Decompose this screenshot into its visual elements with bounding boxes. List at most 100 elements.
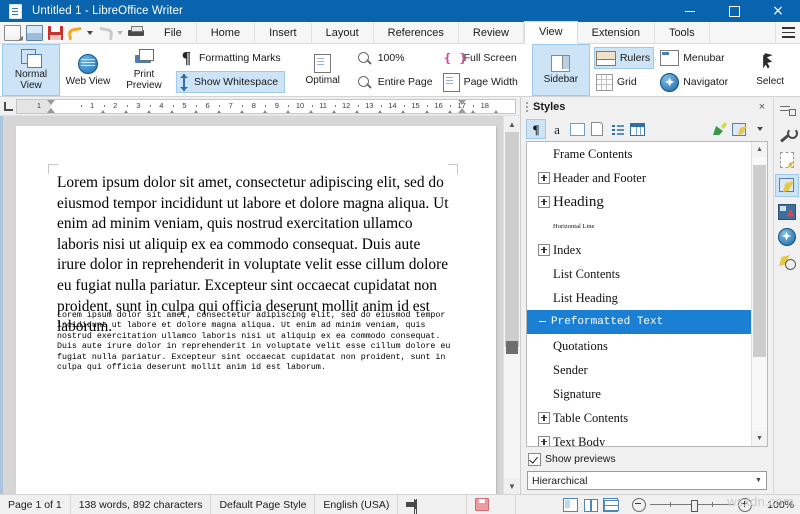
normal-view-button[interactable]: Normal View bbox=[2, 44, 60, 96]
styles-scroll-thumb[interactable] bbox=[753, 165, 766, 357]
new-document-icon[interactable] bbox=[4, 25, 21, 41]
scroll-down-icon[interactable]: ▼ bbox=[504, 478, 520, 494]
page-width-button[interactable]: Page Width bbox=[441, 71, 522, 93]
styles-list-item[interactable]: Sender bbox=[527, 358, 751, 382]
tab-extension[interactable]: Extension bbox=[578, 23, 655, 43]
show-previews-checkbox[interactable] bbox=[528, 453, 541, 466]
document-page[interactable]: Lorem ipsum dolor sit amet, consectetur … bbox=[16, 126, 496, 494]
zoom-100-button[interactable]: 100% bbox=[355, 47, 437, 69]
styles-scroll-down-icon[interactable]: ▼ bbox=[752, 431, 767, 446]
styles-scroll-track[interactable] bbox=[752, 157, 767, 431]
print-preview-button[interactable]: Print Preview bbox=[116, 44, 172, 96]
chevron-down-icon[interactable]: ▼ bbox=[751, 473, 766, 488]
undo-dropdown-icon[interactable] bbox=[87, 31, 93, 35]
gallery-deck-button[interactable] bbox=[776, 201, 798, 222]
menu-hamburger-icon[interactable] bbox=[775, 22, 800, 43]
styles-list-item[interactable]: Quotations bbox=[527, 334, 751, 358]
fill-format-button[interactable] bbox=[711, 120, 729, 138]
styles-deck-button[interactable] bbox=[775, 174, 799, 197]
indent-marker-right[interactable] bbox=[458, 100, 467, 113]
show-whitespace-button[interactable]: Show Whitespace bbox=[176, 71, 285, 93]
redo-dropdown-icon[interactable] bbox=[117, 31, 123, 35]
undo-icon[interactable] bbox=[68, 27, 82, 39]
expand-icon[interactable] bbox=[538, 196, 550, 208]
optimal-view-button[interactable]: Optimal bbox=[295, 44, 351, 96]
zoom-out-icon[interactable] bbox=[632, 498, 646, 512]
scroll-up-icon[interactable]: ▲ bbox=[504, 116, 520, 132]
web-view-button[interactable]: Web View bbox=[60, 44, 116, 96]
scroll-track[interactable] bbox=[504, 132, 520, 478]
entire-page-button[interactable]: Entire Page bbox=[355, 71, 437, 93]
expand-icon[interactable] bbox=[538, 412, 550, 424]
page-styles-button[interactable] bbox=[588, 120, 606, 138]
frame-styles-button[interactable] bbox=[568, 120, 586, 138]
sidebar-settings-button[interactable] bbox=[776, 99, 798, 120]
styles-list-item[interactable]: Horizontal Line bbox=[527, 214, 751, 238]
styles-list-item[interactable]: Preformatted Text bbox=[527, 310, 751, 334]
tab-tools[interactable]: Tools bbox=[655, 23, 710, 43]
vertical-scrollbar[interactable]: ▲ ▼ bbox=[503, 116, 520, 494]
styles-list-item[interactable]: Frame Contents bbox=[527, 142, 751, 166]
tab-home[interactable]: Home bbox=[197, 23, 255, 43]
expand-icon[interactable] bbox=[538, 436, 550, 446]
styles-scroll-up-icon[interactable]: ▲ bbox=[752, 142, 767, 157]
sidebar-grip-icon[interactable] bbox=[523, 100, 531, 114]
sidebar-close-button[interactable]: × bbox=[754, 99, 770, 115]
show-previews-row[interactable]: Show previews bbox=[521, 447, 773, 469]
paragraph-styles-button[interactable]: ¶ bbox=[526, 119, 546, 139]
formatting-marks-button[interactable]: ¶ Formatting Marks bbox=[176, 47, 285, 69]
open-document-icon[interactable] bbox=[26, 25, 43, 41]
rulers-button[interactable]: Rulers bbox=[594, 47, 654, 69]
character-styles-button[interactable]: a bbox=[548, 120, 566, 138]
tab-insert[interactable]: Insert bbox=[255, 23, 312, 43]
indent-marker-left[interactable] bbox=[47, 100, 56, 113]
styles-list-item[interactable]: Signature bbox=[527, 382, 751, 406]
status-signature[interactable] bbox=[516, 495, 555, 514]
status-page[interactable]: Page 1 of 1 bbox=[0, 495, 71, 514]
table-styles-button[interactable] bbox=[628, 120, 646, 138]
book-view-icon[interactable] bbox=[603, 498, 618, 512]
document-paragraph-2[interactable]: Lorem ipsum dolor sit amet, consectetur … bbox=[57, 311, 457, 373]
document-canvas[interactable]: Lorem ipsum dolor sit amet, consectetur … bbox=[0, 116, 503, 494]
tab-file[interactable]: File bbox=[150, 23, 197, 43]
styles-filter-combobox[interactable]: Hierarchical ▼ bbox=[527, 471, 767, 490]
horizontal-ruler[interactable]: 1123456789101112131415161718 bbox=[16, 99, 516, 114]
styles-list-item[interactable]: Header and Footer bbox=[527, 166, 751, 190]
full-screen-button[interactable]: ❴ ❵ Full Screen bbox=[441, 47, 522, 69]
status-selection-mode[interactable] bbox=[398, 495, 467, 514]
style-inspector-button[interactable] bbox=[776, 251, 798, 272]
minimize-button[interactable] bbox=[668, 0, 712, 22]
scroll-thumb[interactable] bbox=[505, 132, 519, 347]
multi-page-view-icon[interactable] bbox=[584, 499, 597, 511]
sidebar-toggle-button[interactable]: Sidebar bbox=[532, 44, 590, 96]
status-zoom-value[interactable]: 100% bbox=[758, 499, 800, 511]
new-style-button[interactable] bbox=[731, 120, 749, 138]
status-page-style[interactable]: Default Page Style bbox=[211, 495, 315, 514]
styles-list-item[interactable]: Text Body bbox=[527, 430, 751, 446]
collapse-icon[interactable] bbox=[538, 317, 548, 327]
properties-deck-button[interactable] bbox=[776, 124, 798, 145]
new-style-dropdown[interactable] bbox=[751, 120, 769, 138]
expand-icon[interactable] bbox=[538, 172, 550, 184]
page-deck-button[interactable] bbox=[776, 149, 798, 170]
styles-list[interactable]: Frame ContentsHeader and FooterHeadingHo… bbox=[527, 142, 751, 446]
zoom-in-icon[interactable] bbox=[738, 498, 752, 512]
select-button[interactable]: Select bbox=[742, 44, 798, 96]
close-button[interactable]: × bbox=[756, 0, 800, 22]
menubar-button[interactable]: Menubar bbox=[658, 47, 732, 69]
styles-list-item[interactable]: List Contents bbox=[527, 262, 751, 286]
list-styles-button[interactable] bbox=[608, 120, 626, 138]
status-save-state[interactable] bbox=[467, 495, 516, 514]
status-language[interactable]: English (USA) bbox=[315, 495, 398, 514]
tab-references[interactable]: References bbox=[374, 23, 459, 43]
styles-list-item[interactable]: Table Contents bbox=[527, 406, 751, 430]
maximize-button[interactable] bbox=[712, 0, 756, 22]
zoom-thumb[interactable] bbox=[691, 500, 698, 512]
single-page-view-icon[interactable] bbox=[563, 498, 578, 512]
tab-view[interactable]: View bbox=[524, 21, 578, 44]
styles-list-item[interactable]: Index bbox=[527, 238, 751, 262]
scroll-split-grip[interactable] bbox=[506, 341, 518, 354]
tab-review[interactable]: Review bbox=[459, 23, 524, 43]
navigator-button[interactable]: Navigator bbox=[658, 71, 732, 93]
save-icon[interactable] bbox=[48, 26, 63, 40]
